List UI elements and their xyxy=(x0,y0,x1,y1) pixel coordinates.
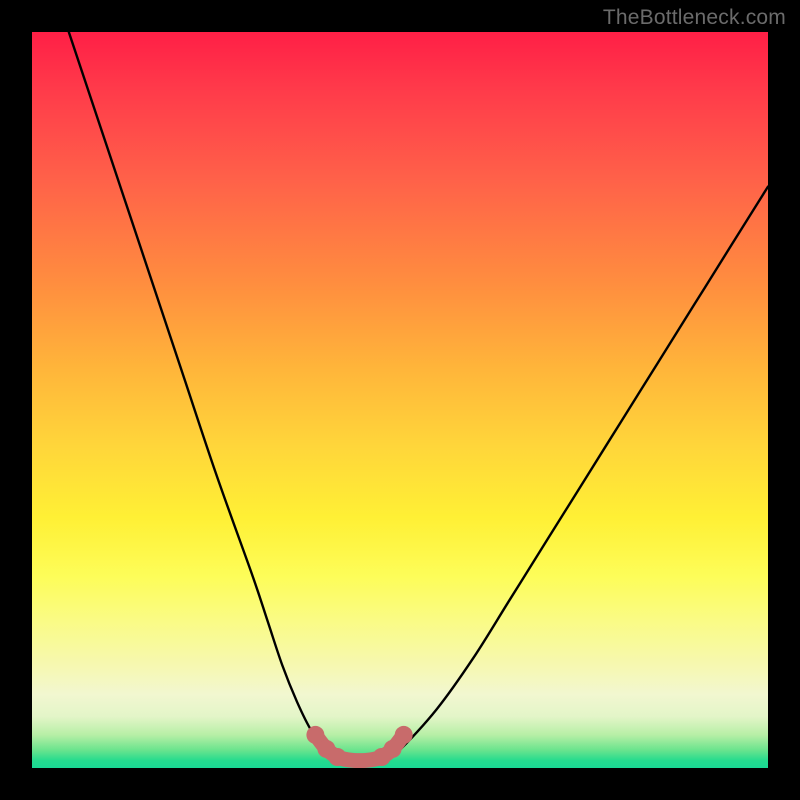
bottleneck-curve-line xyxy=(69,32,768,761)
sweet-spot-dot xyxy=(384,740,402,758)
attribution-text: TheBottleneck.com xyxy=(603,6,786,30)
bottleneck-curve-svg xyxy=(32,32,768,768)
sweet-spot-dot xyxy=(328,748,346,766)
sweet-spot-dot xyxy=(306,726,324,744)
plot-area xyxy=(32,32,768,768)
chart-frame: TheBottleneck.com xyxy=(0,0,800,800)
sweet-spot-dot xyxy=(395,726,413,744)
